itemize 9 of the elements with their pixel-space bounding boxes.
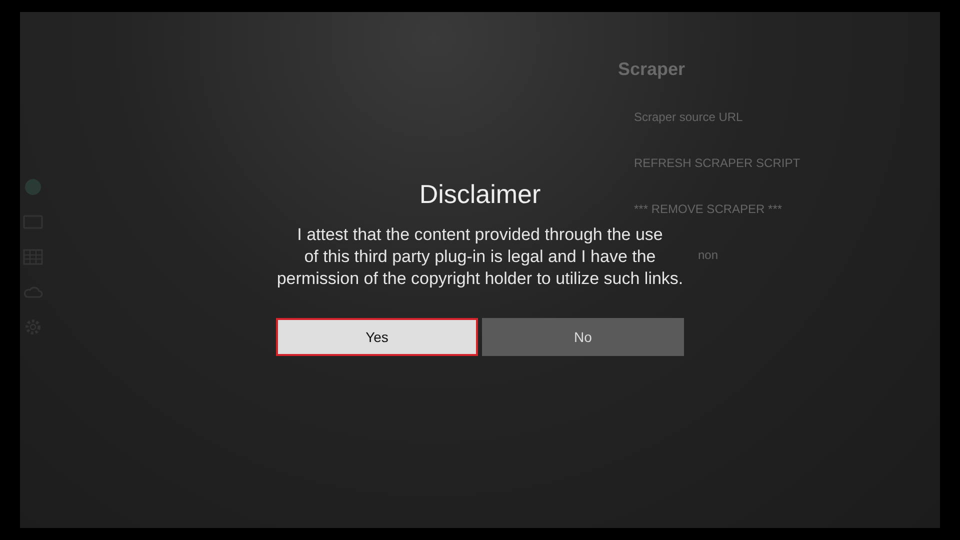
settings-item[interactable]: Scraper source URL xyxy=(634,110,743,124)
settings-item[interactable]: REFRESH SCRAPER SCRIPT xyxy=(634,156,800,170)
dialog-button[interactable]: No xyxy=(482,318,684,356)
settings-item[interactable]: non xyxy=(698,248,718,262)
settings-item[interactable]: *** REMOVE SCRAPER *** xyxy=(634,202,782,216)
dialog-title: Disclaimer xyxy=(419,179,541,210)
dialog-button[interactable]: Yes xyxy=(276,318,478,356)
panel-title: Scraper xyxy=(618,59,686,80)
dialog-message: I attest that the content provided through the use of this third party plug-in is legal and I have the permission of the copyright holder to utilize such links. xyxy=(276,224,684,290)
